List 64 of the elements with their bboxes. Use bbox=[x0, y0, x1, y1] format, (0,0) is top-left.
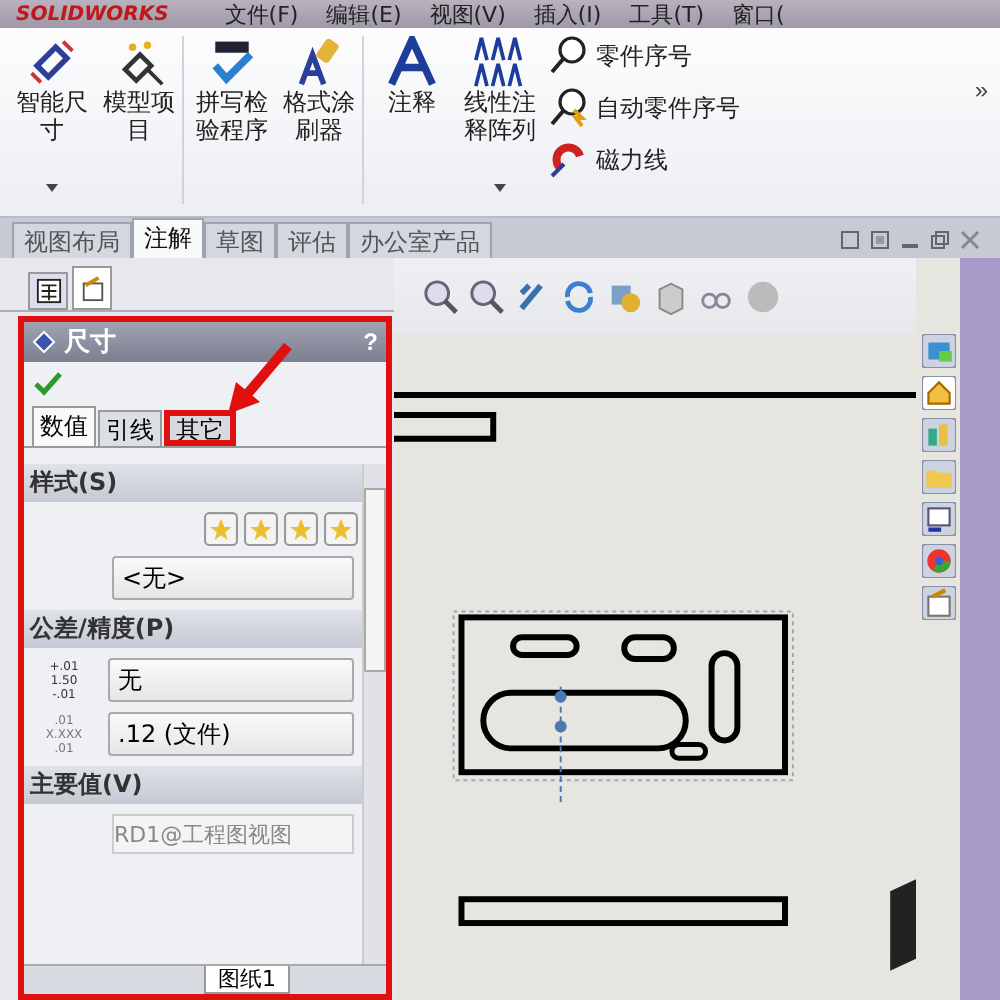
scrollbar[interactable] bbox=[362, 464, 386, 964]
magnetic-line-icon bbox=[548, 140, 588, 180]
zoom-fit-icon[interactable] bbox=[422, 277, 460, 315]
home-icon[interactable] bbox=[921, 376, 955, 410]
ribbon-button[interactable]: 模型项目 bbox=[96, 36, 184, 204]
menu-item[interactable]: 文件(F) bbox=[224, 0, 299, 29]
star-icon[interactable] bbox=[284, 512, 318, 546]
panel-tab[interactable]: 引线 bbox=[98, 410, 162, 446]
panel-tab[interactable]: 其它 bbox=[164, 410, 236, 446]
menu-item[interactable]: 视图(V) bbox=[429, 0, 506, 29]
ribbon-button[interactable]: 零件序号 bbox=[548, 36, 740, 76]
caret-icon[interactable] bbox=[46, 184, 58, 192]
note-icon bbox=[386, 36, 438, 88]
more-button[interactable]: » bbox=[970, 76, 992, 104]
ribbon-button[interactable]: 智能尺寸 bbox=[8, 36, 96, 204]
ribbon-button[interactable]: 磁力线 bbox=[548, 140, 740, 180]
panel-title: 尺寸 bbox=[64, 326, 116, 360]
panel-tab[interactable]: 数值 bbox=[32, 406, 96, 446]
ribbon-button[interactable]: 自动零件序号 bbox=[548, 88, 740, 128]
command-tab[interactable]: 办公室产品 bbox=[348, 222, 492, 258]
command-tab[interactable]: 视图布局 bbox=[12, 222, 132, 258]
sheet-tab[interactable]: 图纸1 bbox=[204, 966, 290, 994]
rotate-icon[interactable] bbox=[560, 277, 598, 315]
smart-dimension-icon bbox=[26, 36, 78, 88]
zoom-area-icon[interactable] bbox=[468, 277, 506, 315]
tile-icon[interactable] bbox=[840, 230, 860, 250]
command-tab[interactable]: 评估 bbox=[276, 222, 348, 258]
format-painter-icon bbox=[293, 36, 345, 88]
library-icon[interactable] bbox=[921, 418, 955, 452]
clipboard-icon[interactable] bbox=[921, 586, 955, 620]
star-icon[interactable] bbox=[204, 512, 238, 546]
tile-icon[interactable] bbox=[870, 230, 890, 250]
restore-icon[interactable] bbox=[930, 230, 950, 250]
menu-item[interactable]: 编辑(E) bbox=[326, 0, 402, 29]
note-pattern-icon bbox=[474, 36, 526, 88]
section-header[interactable]: 样式(S) bbox=[24, 464, 362, 502]
manager-tab[interactable] bbox=[28, 272, 68, 310]
tolerance-dropdown[interactable]: 无 bbox=[108, 658, 354, 702]
caret-icon[interactable] bbox=[494, 184, 506, 192]
ribbon-button[interactable]: 拼写检验程序 bbox=[188, 36, 276, 204]
ribbon-button[interactable]: 注释 bbox=[368, 36, 456, 204]
star-icon[interactable] bbox=[324, 512, 358, 546]
monitor-icon[interactable] bbox=[921, 334, 955, 368]
command-tab[interactable]: 草图 bbox=[204, 222, 276, 258]
section-header[interactable]: 公差/精度(P) bbox=[24, 610, 362, 648]
auto-balloon-icon bbox=[548, 88, 588, 128]
precision-dropdown[interactable]: .12 (文件) bbox=[108, 712, 354, 756]
properties-icon bbox=[79, 275, 105, 301]
close-icon[interactable] bbox=[960, 230, 980, 250]
ribbon-button[interactable]: 格式涂刷器 bbox=[276, 36, 364, 204]
menu-item[interactable]: 工具(T) bbox=[629, 0, 704, 29]
star-icon[interactable] bbox=[244, 512, 278, 546]
menu-item[interactable]: 插入(I) bbox=[533, 0, 602, 29]
ribbon-button[interactable]: 线性注释阵列 bbox=[456, 36, 544, 204]
checkmark-icon[interactable] bbox=[34, 372, 62, 396]
balloon-icon bbox=[548, 36, 588, 76]
dimension-icon bbox=[32, 330, 56, 354]
style-dropdown[interactable]: <无> bbox=[112, 556, 354, 600]
menu-item[interactable]: 窗口( bbox=[732, 0, 785, 29]
command-tab[interactable]: 注解 bbox=[132, 218, 204, 258]
manager-tab[interactable] bbox=[72, 266, 112, 310]
globe-icon[interactable] bbox=[921, 544, 955, 578]
app-logo: SOLIDWORKS bbox=[16, 3, 169, 25]
tree-icon bbox=[35, 278, 61, 304]
